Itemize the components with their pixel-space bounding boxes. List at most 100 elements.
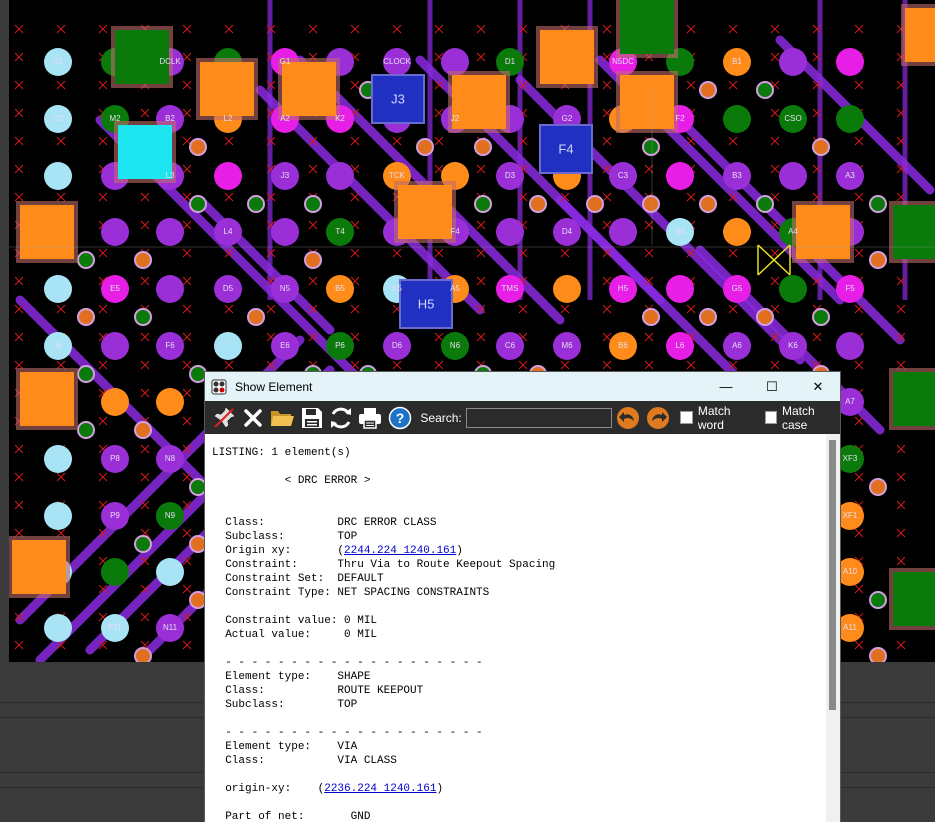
via [699,195,717,213]
minimize-button[interactable]: — [703,372,749,401]
listing-line: Class: VIA CLASS [212,755,397,767]
refresh-button[interactable] [326,402,355,433]
keepout-mark [140,108,150,118]
square-pad [620,0,674,54]
pad [723,105,751,133]
window-titlebar[interactable]: Show Element — ☐ ✕ [205,372,840,401]
keepout-mark [392,136,402,146]
pad [666,162,694,190]
pad-label: J2 [451,114,460,123]
via [77,308,95,326]
pad-label: A11 [843,623,857,632]
match-word-checkbox[interactable] [680,411,693,424]
pad-label: E5 [110,284,120,293]
keepout-mark [350,136,360,146]
maximize-button[interactable]: ☐ [749,372,795,401]
print-button[interactable] [356,402,385,433]
keepout-mark [182,360,192,370]
keepout-mark [644,332,654,342]
listing-text: LISTING: 1 element(s) < DRC ERROR > Clas… [205,434,827,822]
keepout-mark [140,388,150,398]
keepout-mark [854,136,864,146]
keepout-mark [182,108,192,118]
pad-label: G2 [562,114,573,123]
via [756,195,774,213]
pad [779,48,807,76]
keepout-mark [56,136,66,146]
keepout-mark [266,304,276,314]
keepout-mark [182,472,192,482]
pad-label: A4 [788,227,798,236]
coordinate-link[interactable]: 2244.224 1240.161 [344,545,456,557]
square-pad [905,8,935,62]
keepout-mark [14,164,24,174]
coordinate-link[interactable]: 2236.224 1240.161 [324,783,436,795]
pin-button[interactable] [209,402,238,433]
vertical-scrollbar[interactable] [826,434,840,822]
pad-label: D1 [505,57,516,66]
pad-label: N11 [163,623,178,632]
keepout-mark [350,304,360,314]
keepout-mark [770,52,780,62]
pad [779,275,807,303]
keepout-mark [644,248,654,258]
listing-line: Origin xy: ( [212,545,345,557]
search-input[interactable] [465,407,612,428]
pad-label: P11 [108,623,122,632]
via [529,195,547,213]
keepout-mark [434,332,444,342]
via [416,138,434,156]
keepout-mark [854,304,864,314]
save-button[interactable] [297,402,326,433]
pad-label: J3 [54,57,63,66]
keepout-mark [308,24,318,34]
via [869,478,887,496]
via [189,195,207,213]
keepout-mark [224,192,234,202]
via [247,195,265,213]
pad-label: P9 [110,511,120,520]
arrow-right-icon [646,406,669,429]
match-case-checkbox[interactable] [764,411,777,424]
keepout-mark [224,136,234,146]
svg-text:?: ? [395,410,404,426]
pad-label: K6 [788,341,798,350]
square-pad [20,372,74,426]
pad-label: A3 [845,171,855,180]
help-button[interactable]: ? [385,402,414,433]
keepout-mark [854,584,864,594]
pad-label: L3 [166,171,175,180]
square-pad [620,75,674,129]
listing-panel[interactable]: LISTING: 1 element(s) < DRC ERROR > Clas… [205,434,827,822]
pad-label: B4 [675,227,685,236]
pad-label: A6 [732,341,742,350]
open-button[interactable] [268,402,297,433]
listing-line: Subclass: TOP [212,699,358,711]
close-window-button[interactable]: ✕ [795,372,841,401]
keepout-mark [98,416,108,426]
pad [779,162,807,190]
left-panel-edge [0,0,9,662]
scrollbar-thumb[interactable] [829,440,836,710]
clear-button[interactable] [238,402,267,433]
search-forward-button[interactable] [643,402,672,433]
x-icon [244,408,262,427]
square-pad [796,205,850,259]
keepout-mark [602,304,612,314]
folder-icon [271,410,295,426]
square-pad [398,185,452,239]
pad-label: K2 [335,114,345,123]
pad-label: CLOCK [383,57,411,66]
pad [101,558,129,586]
keepout-mark [14,24,24,34]
keepout-mark [686,360,696,370]
keepout-mark [854,24,864,34]
keepout-mark [434,136,444,146]
keepout-mark [770,136,780,146]
keepout-mark [602,276,612,286]
keepout-mark [854,472,864,482]
search-back-button[interactable] [614,402,643,433]
keepout-mark [602,24,612,34]
pad-label: F2 [675,114,685,123]
pad-label: XF1 [843,511,858,520]
